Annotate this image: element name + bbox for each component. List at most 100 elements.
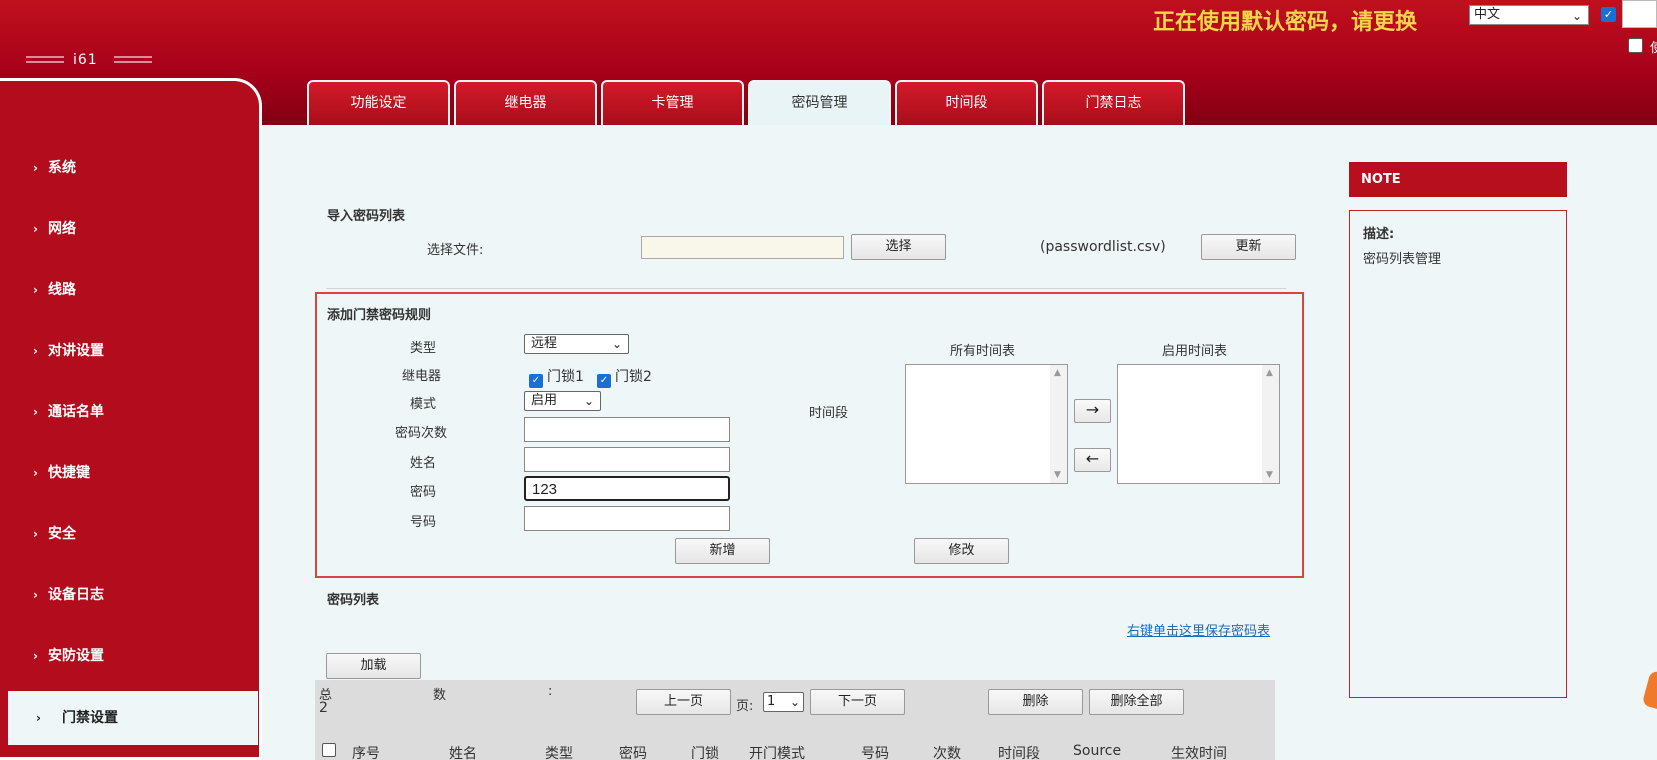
note-description: 密码列表管理	[1363, 252, 1442, 267]
tab-access-log[interactable]: 门禁日志	[1042, 80, 1185, 125]
sidebar-item-call-list[interactable]: › 通话名单	[0, 392, 256, 432]
update-button[interactable]: 更新	[1201, 234, 1296, 260]
modify-button[interactable]: 修改	[914, 538, 1009, 564]
scroll-up-icon[interactable]: ▲	[1054, 368, 1061, 378]
all-schedules-label: 所有时间表	[950, 344, 1016, 359]
relay1-checkbox[interactable]: ✓ 门锁1	[529, 366, 584, 388]
password-input[interactable]: 123	[524, 476, 730, 501]
relay2-checkbox[interactable]: ✓ 门锁2	[597, 366, 652, 388]
tab-relay[interactable]: 继电器	[454, 80, 597, 125]
type-select[interactable]: 远程 ⌄	[524, 334, 629, 354]
note-panel: 描述: 密码列表管理	[1349, 210, 1567, 698]
scrollbar[interactable]: ▲ ▼	[1050, 365, 1067, 483]
checkmark-icon: ✓	[529, 374, 543, 388]
number-input[interactable]	[524, 506, 730, 531]
sidebar-item-label: 快捷键	[48, 465, 90, 481]
save-password-list-link[interactable]: 右键单击这里保存密码表	[1127, 620, 1270, 639]
sidebar-item-device-log[interactable]: › 设备日志	[0, 575, 256, 615]
file-path-input[interactable]	[641, 236, 844, 259]
chevron-right-icon: ›	[33, 344, 38, 358]
page-label: 页:	[736, 699, 754, 714]
top-tabs: 功能设定 继电器 卡管理 密码管理 时间段 门禁日志	[307, 80, 1185, 125]
header-checkbox[interactable]	[1628, 38, 1643, 53]
column-header: 类型	[545, 746, 573, 760]
next-page-button[interactable]: 下一页	[810, 689, 905, 715]
count-label: 密码次数	[395, 426, 448, 441]
checkmark-icon: ✓	[597, 374, 611, 388]
relay-label: 继电器	[402, 369, 442, 384]
delete-button[interactable]: 删除	[988, 689, 1083, 715]
all-schedules-list[interactable]: ▲ ▼	[905, 364, 1068, 484]
sidebar-item-intercom[interactable]: › 对讲设置	[0, 331, 256, 371]
sidebar-item-label: 设备日志	[48, 587, 104, 603]
tab-function-settings[interactable]: 功能设定	[307, 80, 450, 125]
timeslot-label: 时间段	[809, 406, 849, 421]
default-password-warning: 正在使用默认密码，请更换	[1152, 10, 1417, 35]
enabled-schedules-list[interactable]: ▲ ▼	[1117, 364, 1280, 484]
chevron-down-icon: ⌄	[611, 337, 622, 351]
side-floating-tab[interactable]	[1641, 670, 1657, 710]
sidebar-item-system[interactable]: › 系统	[0, 148, 256, 188]
sidebar-item-hotkey[interactable]: › 快捷键	[0, 453, 256, 493]
relay2-label: 门锁2	[615, 369, 652, 385]
mode-label: 模式	[410, 397, 437, 412]
scroll-down-icon[interactable]: ▼	[1054, 470, 1061, 480]
count-colon: :	[548, 684, 553, 699]
sidebar-item-network[interactable]: › 网络	[0, 209, 256, 249]
tab-time-section[interactable]: 时间段	[895, 80, 1038, 125]
password-list-title: 密码列表	[327, 593, 380, 608]
chevron-right-icon: ›	[33, 466, 38, 480]
type-value: 远程	[531, 336, 558, 351]
chevron-right-icon: ›	[33, 588, 38, 602]
sidebar-item-label: 对讲设置	[48, 343, 104, 359]
chevron-right-icon: ›	[33, 527, 38, 541]
tab-card-management[interactable]: 卡管理	[601, 80, 744, 125]
import-title: 导入密码列表	[327, 209, 406, 224]
delete-all-button[interactable]: 删除全部	[1089, 689, 1184, 715]
prev-page-button[interactable]: 上一页	[636, 689, 731, 715]
sidebar-item-access-control[interactable]: › 门禁设置	[8, 691, 258, 745]
number-label: 号码	[410, 515, 437, 530]
type-label: 类型	[410, 341, 437, 356]
sidebar-item-line[interactable]: › 线路	[0, 270, 256, 310]
enabled-schedules-label: 启用时间表	[1162, 344, 1228, 359]
sidebar-item-alarm-settings[interactable]: › 安防设置	[0, 636, 256, 676]
total-value: 2	[319, 700, 328, 716]
sidebar-item-label: 网络	[48, 221, 76, 237]
sidebar-item-security[interactable]: › 安全	[0, 514, 256, 554]
column-header: 次数	[933, 746, 961, 760]
chevron-right-icon: ›	[33, 222, 38, 236]
add-button[interactable]: 新增	[675, 538, 770, 564]
chevron-down-icon: ⌄	[583, 394, 594, 408]
scroll-up-icon[interactable]: ▲	[1266, 368, 1273, 378]
select-all-checkbox[interactable]	[322, 743, 336, 757]
header-input-box[interactable]	[1622, 0, 1657, 28]
scroll-down-icon[interactable]: ▼	[1266, 470, 1273, 480]
column-header: 姓名	[449, 746, 477, 760]
note-title: 描述:	[1363, 227, 1395, 242]
name-input[interactable]	[524, 447, 730, 472]
load-button[interactable]: 加载	[326, 653, 421, 679]
count-input[interactable]	[524, 417, 730, 442]
column-header: 时间段	[998, 746, 1040, 760]
header-checkbox-checked[interactable]: ✓	[1601, 7, 1616, 22]
chevron-down-icon: ⌄	[789, 695, 800, 709]
mode-select[interactable]: 启用 ⌄	[524, 391, 601, 411]
sidebar-item-label: 系统	[48, 160, 76, 176]
language-select[interactable]: 中文 ⌄	[1469, 5, 1589, 25]
select-file-button[interactable]: 选择	[851, 234, 946, 260]
sidebar-item-label: 安全	[48, 526, 76, 542]
tab-password-management[interactable]: 密码管理	[748, 80, 891, 125]
move-left-button[interactable]: ←	[1074, 448, 1111, 472]
sidebar-item-label: 线路	[48, 282, 76, 298]
file-label: 选择文件:	[427, 243, 484, 258]
column-header: 密码	[619, 746, 647, 760]
scrollbar[interactable]: ▲ ▼	[1262, 365, 1279, 483]
move-right-button[interactable]: →	[1074, 399, 1111, 423]
logo-text: i61	[73, 52, 98, 68]
mode-value: 启用	[531, 393, 558, 408]
column-header: 号码	[861, 746, 889, 760]
page-select[interactable]: 1 ⌄	[763, 692, 804, 712]
add-rule-title: 添加门禁密码规则	[327, 308, 432, 323]
count-text: 数	[433, 688, 447, 703]
